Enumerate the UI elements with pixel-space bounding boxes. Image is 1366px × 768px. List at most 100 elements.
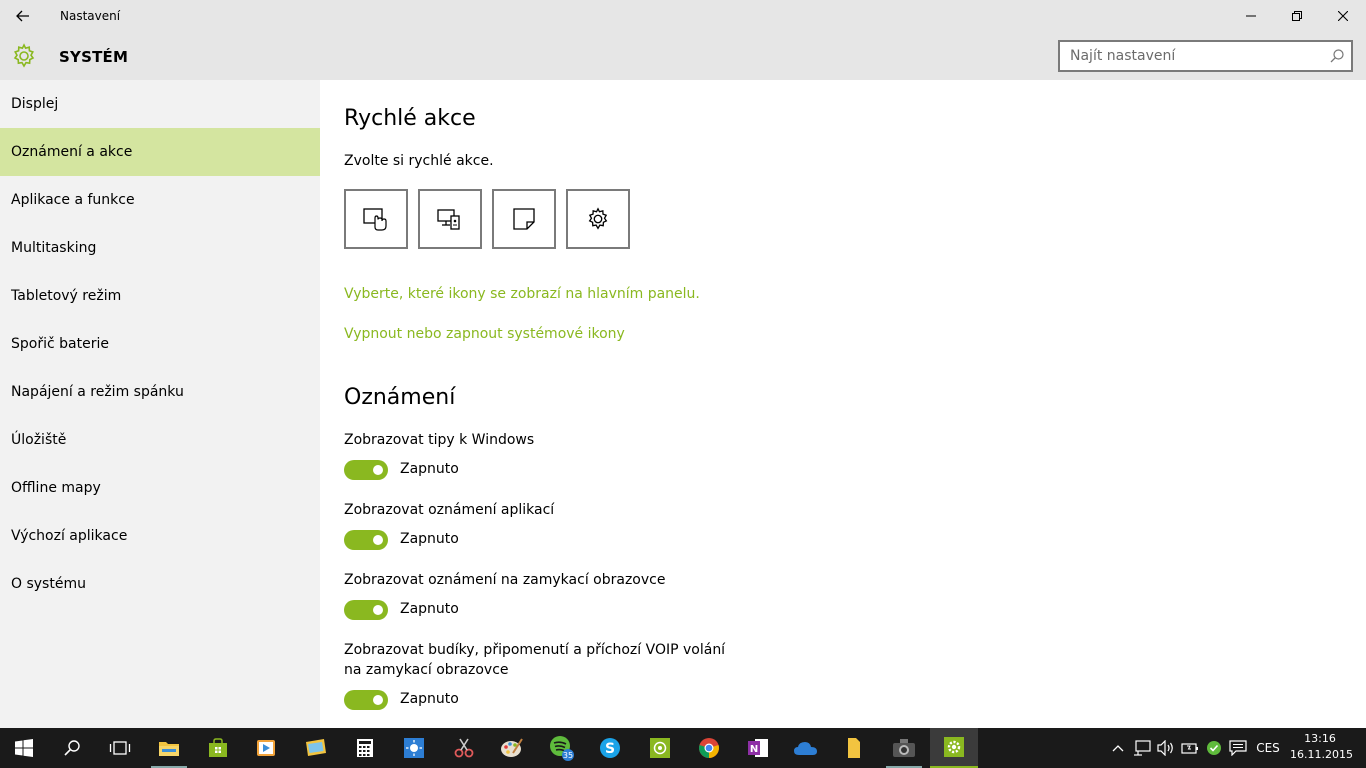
show-hidden-icons-button[interactable] xyxy=(1108,728,1128,768)
network-tray-button[interactable] xyxy=(1130,728,1154,768)
scissors-icon xyxy=(454,738,474,758)
sidebar-item-label: Úložiště xyxy=(11,432,67,448)
search-taskbar-button[interactable] xyxy=(48,728,96,768)
sidebar-item-o-systemu[interactable]: O systému xyxy=(0,560,320,608)
chevron-up-icon xyxy=(1112,745,1124,752)
search-box[interactable] xyxy=(1058,40,1353,72)
toggle-app-notifications[interactable] xyxy=(344,530,388,550)
toggle-knob xyxy=(373,605,383,615)
shield-check-icon xyxy=(1207,741,1221,755)
store-button[interactable] xyxy=(194,728,242,768)
photos-button[interactable] xyxy=(292,728,340,768)
back-button[interactable] xyxy=(0,0,46,32)
spotify-button[interactable]: 35 xyxy=(538,728,586,768)
page-title: SYSTÉM xyxy=(59,48,129,66)
xbox-app-button[interactable] xyxy=(636,728,684,768)
message-icon xyxy=(1229,740,1247,756)
quick-action-tile-note[interactable] xyxy=(492,189,556,249)
media-player-icon xyxy=(257,740,275,756)
sidebar-item-tabletovy-rezim[interactable]: Tabletový režim xyxy=(0,272,320,320)
close-icon xyxy=(1338,11,1348,21)
clock-date: 16.11.2015 xyxy=(1290,748,1353,761)
camera-app-button[interactable] xyxy=(880,728,928,768)
sidebar-item-oznameni-a-akce[interactable]: Oznámení a akce xyxy=(0,128,320,176)
system-icons-link[interactable]: Vypnout nebo zapnout systémové ikony xyxy=(344,326,625,342)
spotify-icon: 35 xyxy=(550,736,574,761)
action-center-button[interactable] xyxy=(1226,728,1250,768)
paint-button[interactable] xyxy=(488,728,536,768)
skype-button[interactable]: S xyxy=(586,728,634,768)
sidebar-item-displej[interactable]: Displej xyxy=(0,80,320,128)
sidebar-item-label: O systému xyxy=(11,576,86,592)
sidebar-item-label: Výchozí aplikace xyxy=(11,528,128,544)
search-icon[interactable] xyxy=(1329,48,1345,64)
sidebar-item-label: Displej xyxy=(11,96,59,112)
toggle-state-text: Zapnuto xyxy=(400,601,459,617)
calculator-icon xyxy=(357,739,373,757)
photos-icon xyxy=(306,739,326,756)
svg-text:N: N xyxy=(750,744,758,755)
svg-text:S: S xyxy=(605,741,615,757)
connect-icon xyxy=(437,209,460,230)
toggle-windows-tips[interactable] xyxy=(344,460,388,480)
clock-time: 13:16 xyxy=(1304,732,1336,745)
sidebar-item-aplikace-a-funkce[interactable]: Aplikace a funkce xyxy=(0,176,320,224)
toggle-lock-screen-notifications[interactable] xyxy=(344,600,388,620)
sidebar-item-napajeni[interactable]: Napájení a režim spánku xyxy=(0,368,320,416)
onedrive-button[interactable] xyxy=(782,728,830,768)
settings-gear-icon xyxy=(944,737,964,757)
file-explorer-button[interactable] xyxy=(145,728,193,768)
quick-action-tile-tablet-mode[interactable] xyxy=(344,189,408,249)
sidebar-item-multitasking[interactable]: Multitasking xyxy=(0,224,320,272)
palette-icon xyxy=(501,738,523,757)
minimize-button[interactable] xyxy=(1228,0,1274,32)
toggle-state-text: Zapnuto xyxy=(400,531,459,547)
settings-taskbar-button[interactable] xyxy=(930,728,978,768)
sidebar-item-label: Spořič baterie xyxy=(11,336,109,352)
battery-tray-button[interactable] xyxy=(1178,728,1202,768)
files-button[interactable] xyxy=(830,728,878,768)
quick-actions-heading: Rychlé akce xyxy=(344,106,476,131)
onenote-button[interactable]: N xyxy=(734,728,782,768)
taskbar-icons-link[interactable]: Vyberte, které ikony se zobrazí na hlavn… xyxy=(344,286,700,302)
sidebar-item-offline-mapy[interactable]: Offline mapy xyxy=(0,464,320,512)
option-label-alarms-voip: Zobrazovat budíky, připomenutí a příchoz… xyxy=(344,642,726,678)
restore-button[interactable] xyxy=(1274,0,1320,32)
close-button[interactable] xyxy=(1320,0,1366,32)
sidebar-item-sporic-baterie[interactable]: Spořič baterie xyxy=(0,320,320,368)
toggle-alarms-voip[interactable] xyxy=(344,690,388,710)
snipping-tool-button[interactable] xyxy=(440,728,488,768)
media-player-button[interactable] xyxy=(242,728,290,768)
settings-gear-icon xyxy=(588,207,608,230)
window-title: Nastavení xyxy=(60,9,121,23)
weather-app-button[interactable] xyxy=(390,728,438,768)
task-view-button[interactable] xyxy=(96,728,144,768)
language-indicator[interactable]: CES xyxy=(1252,728,1284,768)
note-icon xyxy=(513,208,535,230)
onenote-icon: N xyxy=(748,739,768,757)
folder-icon xyxy=(159,742,179,756)
volume-tray-button[interactable] xyxy=(1154,728,1178,768)
toggle-knob xyxy=(373,535,383,545)
quick-actions-description: Zvolte si rychlé akce. xyxy=(344,153,494,169)
sidebar-item-label: Tabletový režim xyxy=(11,288,122,304)
search-icon xyxy=(64,740,80,756)
sun-icon xyxy=(404,738,424,758)
search-input[interactable] xyxy=(1070,48,1320,64)
back-arrow-icon xyxy=(16,10,29,22)
calculator-button[interactable] xyxy=(341,728,389,768)
volume-icon xyxy=(1157,740,1173,756)
camera-icon xyxy=(893,739,915,757)
quick-action-tile-connect[interactable] xyxy=(418,189,482,249)
chrome-button[interactable] xyxy=(685,728,733,768)
sidebar-item-vychozi-aplikace[interactable]: Výchozí aplikace xyxy=(0,512,320,560)
sidebar: Displej Oznámení a akce Aplikace a funkc… xyxy=(0,80,320,728)
clock[interactable]: 13:16 16.11.2015 xyxy=(1290,731,1353,763)
main-content: Rychlé akce Zvolte si rychlé akce. Vyber… xyxy=(320,80,1366,728)
sidebar-item-uloziste[interactable]: Úložiště xyxy=(0,416,320,464)
quick-action-tile-settings[interactable] xyxy=(566,189,630,249)
security-tray-button[interactable] xyxy=(1202,728,1226,768)
sidebar-item-label: Napájení a režim spánku xyxy=(11,384,184,400)
toggle-state-text: Zapnuto xyxy=(400,461,459,477)
start-button[interactable] xyxy=(0,728,48,768)
